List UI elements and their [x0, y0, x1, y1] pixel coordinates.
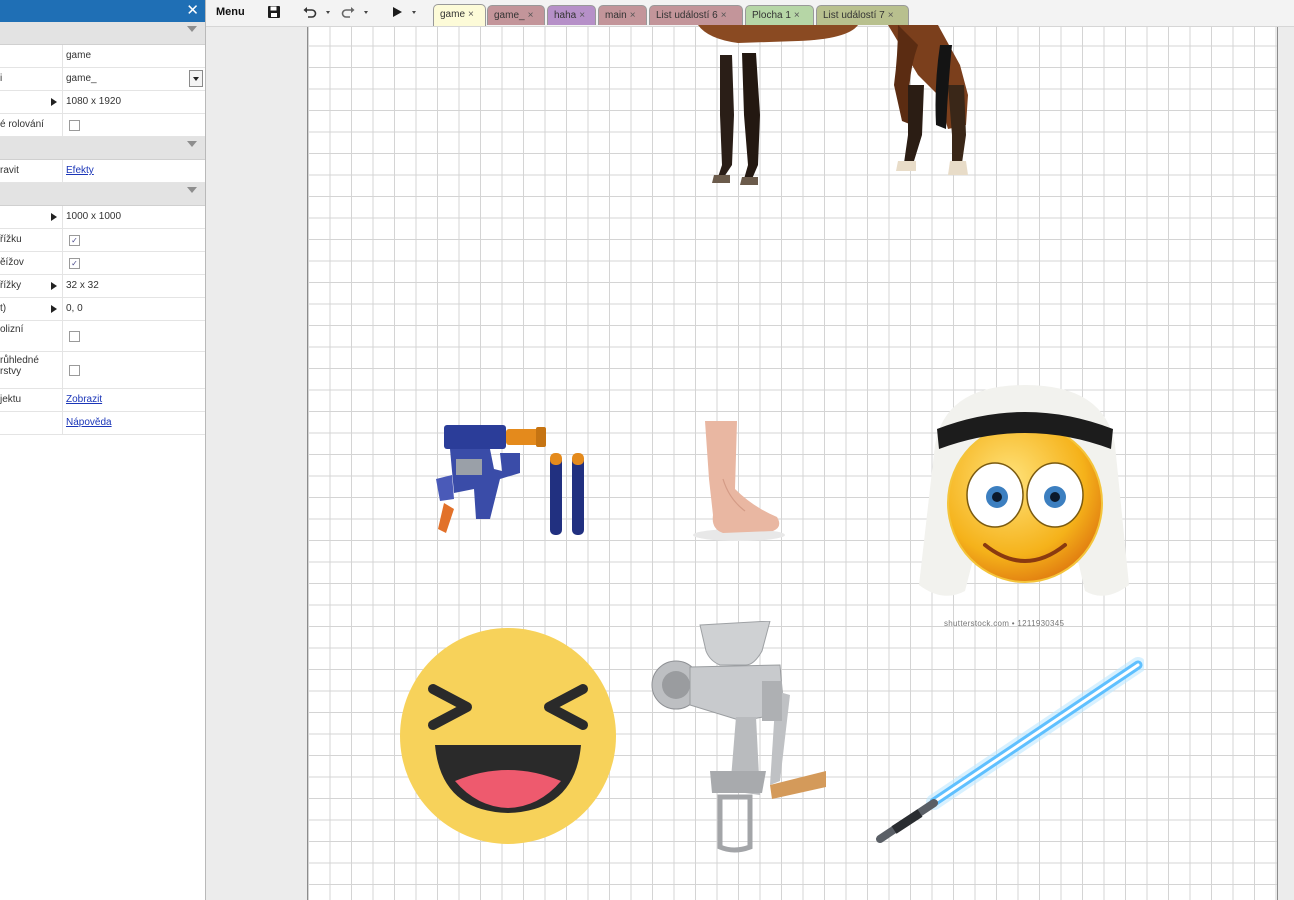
layout-canvas[interactable]: shutterstock.com • 1211930345	[307, 25, 1278, 900]
section-header-effects[interactable]	[0, 137, 205, 160]
prop-row-project: jektu Zobrazit	[0, 389, 205, 412]
prop-row-grid-offset: t) 0, 0	[0, 298, 205, 321]
tab-event-sheet-6[interactable]: List událostí 6 ×	[649, 5, 743, 25]
prop-grid-size-value[interactable]: 32 x 32	[66, 280, 99, 291]
dropdown-button[interactable]	[189, 70, 203, 87]
tab-label: List událostí 6	[656, 10, 718, 21]
chevron-down-icon[interactable]	[187, 187, 197, 193]
tab-main[interactable]: main ×	[598, 5, 647, 25]
prop-label	[0, 412, 52, 434]
properties-titlebar: ✕	[0, 0, 205, 22]
close-icon[interactable]: ×	[579, 10, 585, 21]
prop-label: řížku	[0, 234, 22, 245]
close-icon[interactable]: ×	[528, 10, 534, 21]
prop-event-sheet-value[interactable]: game_	[66, 73, 97, 84]
tab-event-sheet-7[interactable]: List událostí 7 ×	[816, 5, 909, 25]
expand-arrow-icon[interactable]	[51, 213, 57, 221]
tab-label: main	[605, 10, 627, 21]
chevron-down-icon[interactable]	[187, 141, 197, 147]
expand-arrow-icon[interactable]	[51, 98, 57, 106]
expand-arrow-icon[interactable]	[51, 282, 57, 290]
prop-label: řížky	[0, 280, 22, 291]
prop-row-name: game	[0, 45, 205, 68]
tab-game[interactable]: game ×	[433, 4, 486, 26]
laughing-emoji-sprite[interactable]	[399, 627, 617, 845]
expand-arrow-icon[interactable]	[51, 305, 57, 313]
prop-label: olizní	[0, 324, 24, 335]
prop-row-size: 1080 x 1920	[0, 91, 205, 114]
arab-emoji-sprite[interactable]	[915, 385, 1137, 607]
checkbox-show-grid[interactable]: ✓	[69, 258, 80, 269]
play-dropdown-icon[interactable]	[412, 11, 416, 14]
chevron-down-icon[interactable]	[187, 26, 197, 32]
prop-label: t)	[0, 303, 7, 314]
tab-label: game	[440, 9, 466, 20]
undo-dropdown-icon[interactable]	[326, 11, 330, 14]
tab-haha[interactable]: haha ×	[547, 5, 596, 25]
undo-icon[interactable]	[302, 4, 318, 20]
meat-grinder-sprite[interactable]	[650, 621, 830, 853]
tab-game-underscore[interactable]: game_ ×	[487, 5, 545, 25]
prop-label	[0, 91, 52, 113]
nerf-blaster-sprite[interactable]	[430, 419, 595, 539]
prop-row-event-sheet: i game_	[0, 68, 205, 91]
prop-row-margins: 1000 x 1000	[0, 206, 205, 229]
prop-label: růhledné rstvy	[0, 355, 39, 377]
close-icon[interactable]: ×	[794, 10, 800, 21]
prop-row-collision: olizní	[0, 321, 205, 352]
prop-row-snap-grid: řížku ✓	[0, 229, 205, 252]
layout-workspace[interactable]: shutterstock.com • 1211930345	[206, 25, 1294, 900]
horse-sprite[interactable]	[698, 25, 998, 190]
prop-label: ravit	[0, 165, 19, 176]
prop-label: é rolování	[0, 119, 44, 130]
close-icon[interactable]: ✕	[186, 1, 199, 21]
effects-link[interactable]: Efekty	[66, 165, 94, 176]
prop-margins-value[interactable]: 1000 x 1000	[66, 211, 121, 222]
prop-label: ěížov	[0, 257, 24, 268]
tab-label: List událostí 7	[823, 10, 885, 21]
help-link[interactable]: Nápověda	[66, 417, 112, 428]
checkbox-show-collision[interactable]	[69, 331, 80, 342]
watermark-text: shutterstock.com • 1211930345	[944, 619, 1065, 628]
close-icon[interactable]: ×	[888, 10, 894, 21]
section-header-layout[interactable]	[0, 22, 205, 45]
tab-label: game_	[494, 10, 525, 21]
checkbox-transparent-layers[interactable]	[69, 365, 80, 376]
section-header-editor[interactable]	[0, 183, 205, 206]
prop-row-help: Nápověda	[0, 412, 205, 435]
prop-label	[0, 45, 52, 67]
tab-label: Plocha 1	[752, 10, 791, 21]
close-icon[interactable]: ×	[468, 9, 474, 20]
checkbox-snap-to-grid[interactable]: ✓	[69, 235, 80, 246]
close-icon[interactable]: ×	[721, 10, 727, 21]
prop-label: i	[0, 73, 3, 84]
save-icon[interactable]	[266, 4, 282, 20]
properties-panel: ✕ game i game_ 1080 x 1920 é rolování ra…	[0, 0, 206, 900]
redo-icon[interactable]	[340, 4, 356, 20]
menu-button[interactable]: Menu	[216, 6, 245, 18]
lightsaber-sprite[interactable]	[874, 657, 1144, 847]
tab-label: haha	[554, 10, 577, 21]
prop-name-value[interactable]: game	[66, 50, 91, 61]
foot-sprite[interactable]	[693, 419, 788, 543]
prop-row-grid-size: řížky 32 x 32	[0, 275, 205, 298]
close-icon[interactable]: ×	[630, 10, 636, 21]
redo-dropdown-icon[interactable]	[364, 11, 368, 14]
prop-row-transparent-layers: růhledné rstvy	[0, 352, 205, 389]
prop-label	[0, 206, 52, 228]
play-icon[interactable]	[389, 4, 405, 20]
toolbar: Menu game × game_ × haha × main × List událo…	[206, 0, 1294, 27]
checkbox-unbounded-scrolling[interactable]	[69, 120, 80, 131]
prop-row-scrolling: é rolování	[0, 114, 205, 137]
prop-grid-offset-value[interactable]: 0, 0	[66, 303, 83, 314]
prop-row-show-grid: ěížov ✓	[0, 252, 205, 275]
prop-size-value[interactable]: 1080 x 1920	[66, 96, 121, 107]
tab-layout-1[interactable]: Plocha 1 ×	[745, 5, 814, 25]
show-link[interactable]: Zobrazit	[66, 394, 102, 405]
prop-label: jektu	[0, 394, 22, 405]
prop-row-effects: ravit Efekty	[0, 160, 205, 183]
